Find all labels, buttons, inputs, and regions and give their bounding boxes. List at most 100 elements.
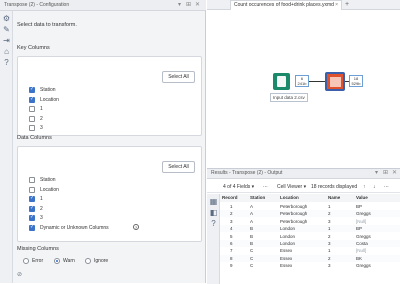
table-cell[interactable]: Greggs: [356, 210, 371, 217]
table-row[interactable]: 5 B London 2 Greggs: [220, 233, 400, 240]
data-columns-select-all-button[interactable]: Select All: [162, 161, 195, 173]
table-cell[interactable]: 6: [230, 240, 233, 247]
table-cell[interactable]: B: [250, 233, 253, 240]
checkbox[interactable]: [29, 195, 35, 202]
column-checkbox-row[interactable]: Station: [23, 86, 198, 94]
column-checkbox-row[interactable]: 1: [23, 195, 198, 203]
dock-icon[interactable]: ⊞: [186, 0, 191, 10]
column-checkbox-row[interactable]: 2: [23, 115, 198, 123]
col-record[interactable]: Record: [222, 194, 238, 202]
column-checkbox-row[interactable]: Location: [23, 186, 198, 194]
table-cell[interactable]: C: [250, 262, 253, 269]
table-cell[interactable]: BP: [356, 225, 362, 232]
column-checkbox-row[interactable]: Dynamic or Unknown Columns?: [23, 223, 198, 232]
table-cell[interactable]: A: [250, 203, 253, 210]
table-cell[interactable]: 3: [328, 218, 331, 225]
table-cell[interactable]: 7: [230, 247, 233, 254]
column-checkbox-row[interactable]: 1: [23, 105, 198, 113]
col-name[interactable]: Name: [328, 194, 340, 202]
radio-error-dot[interactable]: [23, 258, 29, 264]
table-row[interactable]: 6 B London 3 Costa: [220, 240, 400, 247]
col-value[interactable]: Value: [356, 194, 368, 202]
table-row[interactable]: 3 A Peterborough 3 [Null]: [220, 218, 400, 225]
table-cell[interactable]: Peterborough: [280, 210, 307, 217]
table-cell[interactable]: 4: [230, 225, 233, 232]
table-cell[interactable]: London: [280, 240, 295, 247]
table-row[interactable]: 9 C Essex 3 Greggs: [220, 262, 400, 269]
options-icon[interactable]: ⋯: [384, 181, 389, 193]
table-cell[interactable]: 8: [230, 255, 233, 262]
table-cell[interactable]: 3: [230, 218, 233, 225]
table-cell[interactable]: A: [250, 210, 253, 217]
column-checkbox-row[interactable]: 3: [23, 214, 198, 222]
table-cell[interactable]: 1: [230, 203, 233, 210]
table-cell[interactable]: 1: [328, 247, 331, 254]
table-cell[interactable]: B: [250, 240, 253, 247]
table-cell[interactable]: Greggs: [356, 262, 371, 269]
checkbox[interactable]: [29, 214, 35, 221]
table-cell[interactable]: 1: [328, 203, 331, 210]
add-tab-icon[interactable]: +: [345, 0, 349, 9]
column-checkbox-row[interactable]: Location: [23, 96, 198, 104]
results-pin-icon[interactable]: ▾: [375, 169, 378, 178]
table-cell[interactable]: C: [250, 255, 253, 262]
checkbox[interactable]: [29, 125, 35, 131]
table-cell[interactable]: 2: [328, 210, 331, 217]
table-cell[interactable]: BK: [356, 255, 362, 262]
transpose-tool[interactable]: [325, 72, 345, 91]
table-cell[interactable]: B: [250, 225, 253, 232]
scroll-down-icon[interactable]: ↓: [373, 181, 376, 193]
results-dock-icon[interactable]: ⊞: [383, 169, 388, 178]
table-cell[interactable]: Peterborough: [280, 203, 307, 210]
scroll-up-icon[interactable]: ↑: [363, 181, 366, 193]
table-cell[interactable]: A: [250, 218, 253, 225]
table-row[interactable]: 7 C Essex 1 [Null]: [220, 247, 400, 254]
table-cell[interactable]: Peterborough: [280, 218, 307, 225]
checkbox[interactable]: [29, 86, 35, 93]
col-location[interactable]: Location: [280, 194, 299, 202]
table-cell[interactable]: 2: [328, 255, 331, 262]
results-close-icon[interactable]: ✕: [392, 169, 397, 178]
pin-icon[interactable]: ▾: [178, 0, 181, 10]
table-cell[interactable]: Greggs: [356, 233, 371, 240]
column-checkbox-row[interactable]: 2: [23, 205, 198, 213]
results-help-icon[interactable]: ?: [209, 219, 218, 228]
checkbox[interactable]: [29, 186, 35, 193]
table-cell[interactable]: [Null]: [356, 218, 366, 225]
checkbox[interactable]: [29, 96, 35, 103]
table-cell[interactable]: London: [280, 233, 295, 240]
workflow-canvas[interactable]: Count occurences of food+drink places.yx…: [207, 0, 400, 160]
checkbox[interactable]: [29, 106, 35, 112]
close-tab-icon[interactable]: ×: [335, 1, 338, 10]
table-cell[interactable]: 3: [328, 262, 331, 269]
table-row[interactable]: 4 B London 1 BP: [220, 225, 400, 233]
table-cell[interactable]: 1: [328, 225, 331, 232]
help-icon[interactable]: ?: [2, 58, 11, 67]
info-icon[interactable]: ?: [133, 223, 139, 230]
fields-dropdown[interactable]: 4 of 4 Fields ▾: [223, 181, 254, 193]
table-cell[interactable]: C: [250, 247, 253, 254]
workflow-tab[interactable]: Count occurences of food+drink places.yx…: [230, 0, 342, 10]
table-cell[interactable]: Costa: [356, 240, 368, 247]
checkbox[interactable]: [29, 205, 35, 212]
radio-ignore-dot[interactable]: [85, 258, 91, 264]
fields-menu-icon[interactable]: ⋯: [263, 181, 268, 193]
column-checkbox-row[interactable]: Station: [23, 176, 198, 184]
table-cell[interactable]: Essex: [280, 255, 292, 262]
table-cell[interactable]: 5: [230, 233, 233, 240]
table-row[interactable]: 1 A Peterborough 1 BP: [220, 203, 400, 210]
tag-icon[interactable]: ⌂: [2, 47, 11, 56]
table-cell[interactable]: 2: [230, 210, 233, 217]
column-checkbox-row[interactable]: 3: [23, 124, 198, 132]
close-panel-icon[interactable]: ✕: [195, 0, 200, 10]
table-row[interactable]: 2 A Peterborough 2 Greggs: [220, 210, 400, 218]
checkbox[interactable]: [29, 224, 35, 231]
radio-warn-dot[interactable]: [54, 258, 60, 264]
checkbox[interactable]: [29, 177, 35, 183]
col-station[interactable]: Station: [250, 194, 265, 202]
config-gear-icon[interactable]: ⚙: [2, 14, 11, 23]
table-cell[interactable]: [Null]: [356, 247, 366, 254]
input-anchor-icon[interactable]: ⇥: [2, 36, 11, 45]
annotation-icon[interactable]: ✎: [2, 25, 11, 34]
results-table-icon[interactable]: ▦: [209, 197, 218, 206]
